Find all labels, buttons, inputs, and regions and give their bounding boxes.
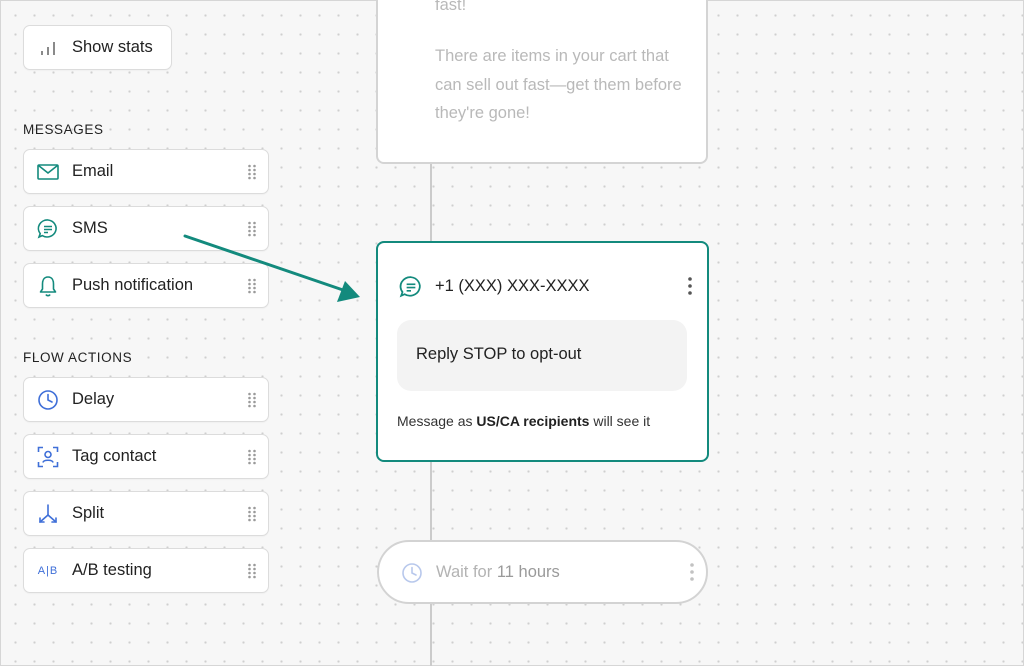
wait-step-label: Wait for 11 hours [436, 563, 560, 582]
wait-step-prefix: Wait for [436, 563, 497, 581]
clock-icon [401, 562, 423, 589]
more-options-icon[interactable] [690, 563, 694, 586]
wait-step-duration: 11 hours [496, 563, 560, 581]
wait-step-node[interactable]: Wait for 11 hours [377, 540, 708, 604]
